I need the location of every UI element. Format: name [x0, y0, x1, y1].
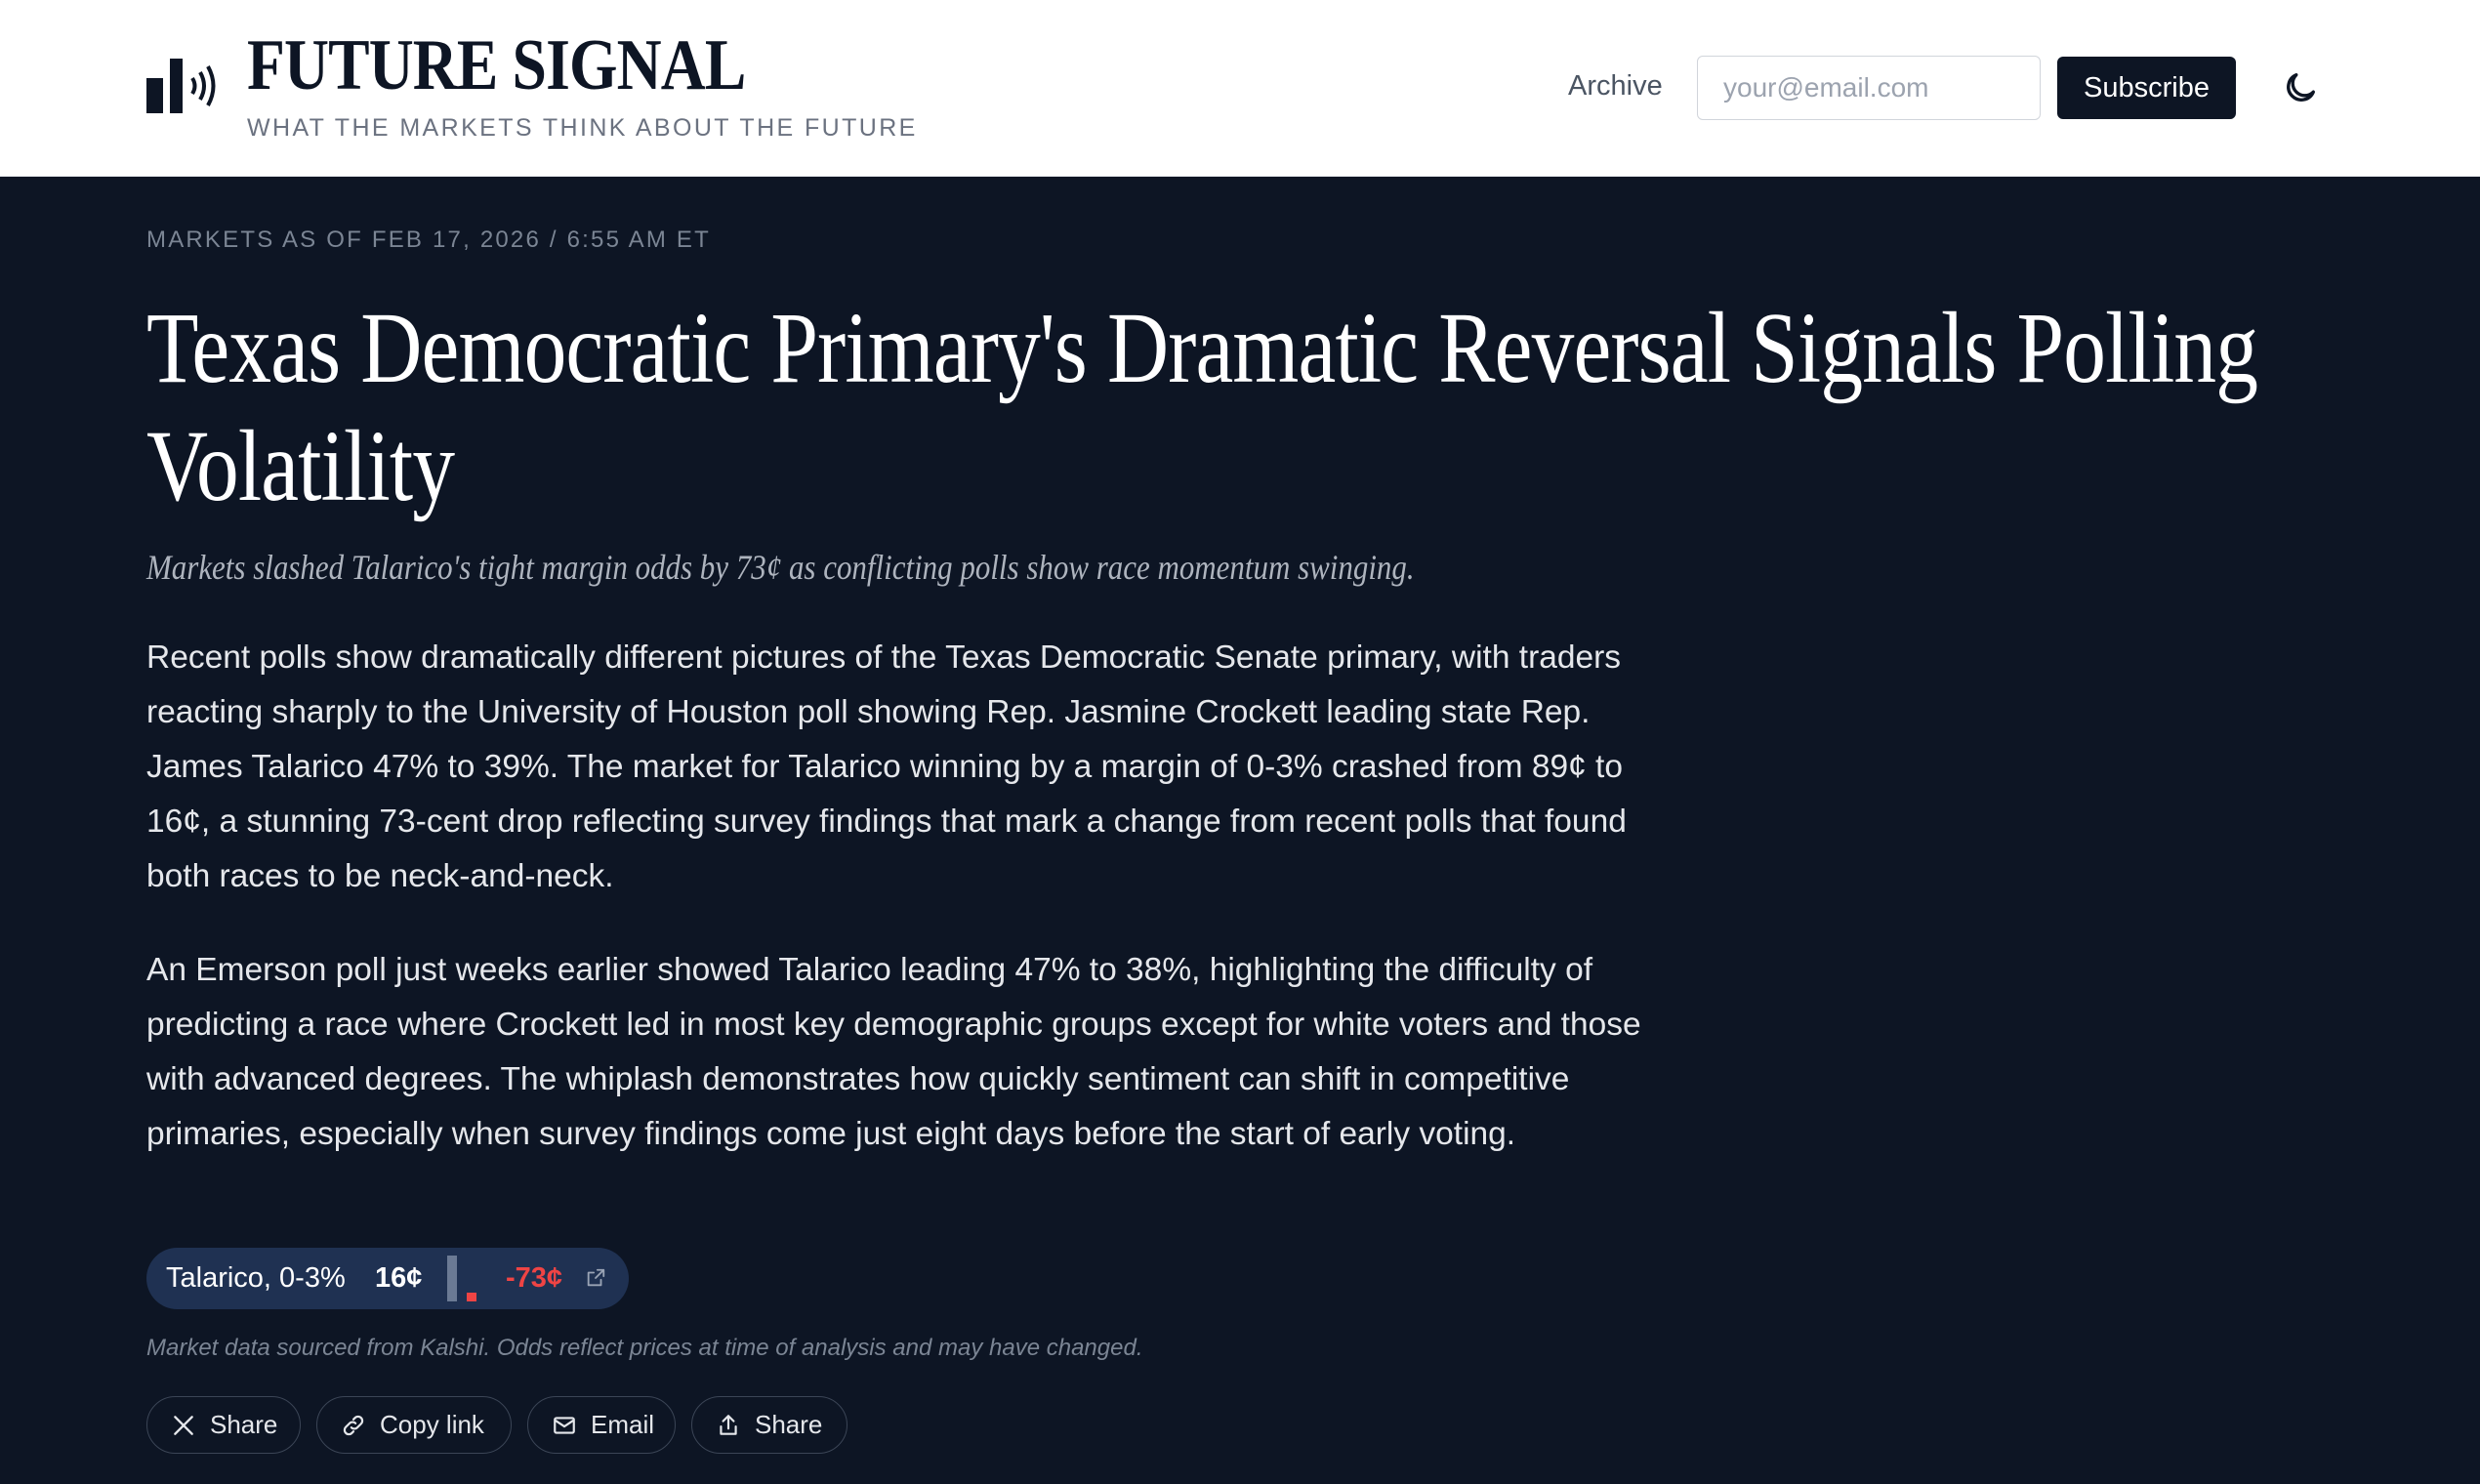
- signal-logo-icon[interactable]: [146, 57, 225, 117]
- native-share-label: Share: [755, 1410, 823, 1439]
- headline-line: Volatility: [146, 410, 455, 522]
- market-name: Talarico, 0-3%: [166, 1262, 346, 1294]
- email-input[interactable]: [1697, 56, 2041, 120]
- nav-archive-link[interactable]: Archive: [1568, 70, 1663, 103]
- email-share-label: Email: [591, 1410, 655, 1439]
- share-x-button[interactable]: Share: [146, 1396, 301, 1454]
- brand-tagline: WHAT THE MARKETS THINK ABOUT THE FUTURE: [247, 114, 918, 142]
- site-header: FUTURE SIGNAL WHAT THE MARKETS THINK ABO…: [0, 0, 2480, 177]
- price-change: -73¢: [506, 1262, 563, 1294]
- article-headline: Texas Democratic Primary's Dramatic Reve…: [146, 289, 2294, 525]
- native-share-button[interactable]: Share: [691, 1396, 847, 1454]
- market-timestamp: MARKETS AS OF FEB 17, 2026 / 6:55 AM ET: [146, 227, 711, 253]
- subscribe-button[interactable]: Subscribe: [2057, 57, 2236, 119]
- market-pill[interactable]: Talarico, 0-3% 16¢ -73¢: [146, 1248, 629, 1309]
- previous-price-bar: [447, 1256, 457, 1301]
- share-x-label: Share: [210, 1410, 278, 1439]
- copy-link-button[interactable]: Copy link: [316, 1396, 512, 1454]
- headline-line: Texas Democratic Primary's Dramatic Reve…: [146, 292, 2258, 404]
- article-paragraph: An Emerson poll just weeks earlier showe…: [146, 952, 1641, 1152]
- article-paragraph: Recent polls show dramatically different…: [146, 639, 1627, 894]
- mail-icon: [554, 1416, 575, 1434]
- link-icon: [343, 1415, 364, 1435]
- external-link-icon[interactable]: [585, 1267, 606, 1289]
- market-disclaimer: Market data sourced from Kalshi. Odds re…: [146, 1335, 1143, 1361]
- current-price-bar: [467, 1293, 476, 1301]
- copy-link-label: Copy link: [380, 1410, 484, 1439]
- brand-title[interactable]: FUTURE SIGNAL: [247, 29, 746, 102]
- x-logo-icon: [174, 1415, 193, 1435]
- email-share-button[interactable]: Email: [527, 1396, 676, 1454]
- share-icon: [720, 1414, 737, 1435]
- article-subhead: Markets slashed Talarico's tight margin …: [146, 548, 1415, 587]
- moon-icon[interactable]: [2281, 68, 2320, 107]
- market-price: 16¢: [375, 1262, 423, 1294]
